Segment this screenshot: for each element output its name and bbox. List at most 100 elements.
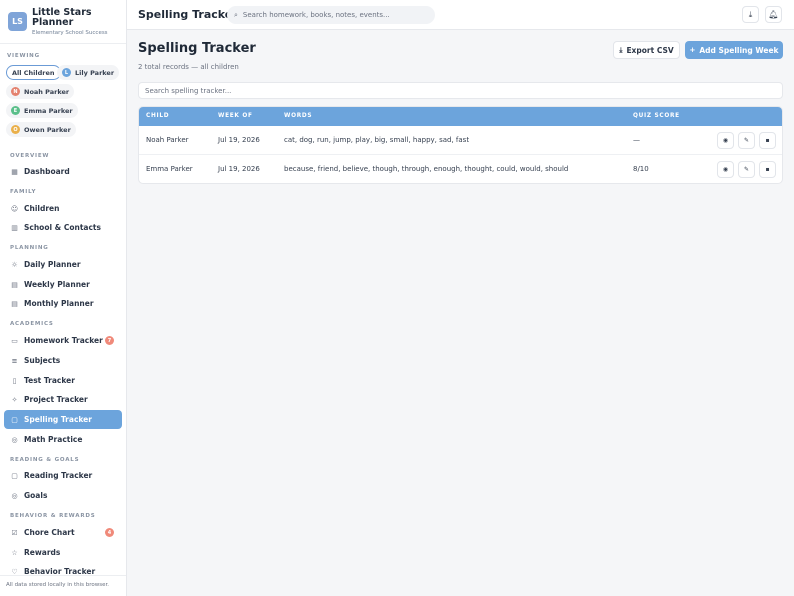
delete-button[interactable]: ▪	[759, 161, 776, 178]
sidebar-item-goals[interactable]: ◎ Goals	[4, 486, 122, 505]
clipboard-icon: ▭	[11, 336, 18, 345]
export-csv-button[interactable]: ⤓ Export CSV	[613, 41, 680, 59]
sidebar-item-children[interactable]: ☺ Children	[4, 199, 122, 218]
table-header: CHILD WEEK OF WORDS QUIZ SCORE	[139, 107, 782, 126]
topbar: Spelling Tracker ⌕ ⤓ 🔔︎	[127, 0, 794, 30]
section-academics: ACADEMICS	[10, 321, 54, 327]
sidebar-item-dashboard[interactable]: ▦ Dashboard	[4, 162, 122, 181]
notifications-button[interactable]: 🔔︎	[765, 6, 782, 23]
sidebar-item-spelling-tracker[interactable]: ▢ Spelling Tracker	[4, 410, 122, 429]
sidebar-item-test-tracker[interactable]: ▯ Test Tracker	[4, 371, 122, 390]
download-icon: ⤓	[748, 9, 753, 19]
sidebar-item-label: Project Tracker	[24, 395, 88, 404]
table-row: Emma Parker Jul 19, 2026 because, friend…	[139, 155, 782, 183]
column-header-words[interactable]: WORDS	[284, 113, 312, 119]
view-button[interactable]: ◉	[717, 161, 734, 178]
section-overview: OVERVIEW	[10, 153, 50, 159]
chip-label: Owen Parker	[24, 125, 71, 134]
sidebar-item-rewards[interactable]: ☆ Rewards	[4, 543, 122, 562]
pencil-icon: ✎	[743, 166, 750, 173]
edit-button[interactable]: ✎	[738, 161, 755, 178]
column-header-quiz-score[interactable]: QUIZ SCORE	[633, 113, 680, 119]
sidebar-item-homework-tracker[interactable]: ▭ Homework Tracker 7	[4, 331, 122, 350]
add-spelling-week-button[interactable]: + Add Spelling Week	[685, 41, 783, 59]
app-logo: LS	[8, 12, 27, 31]
pencil-icon: ✎	[743, 137, 750, 144]
sidebar-item-subjects[interactable]: ≡ Subjects	[4, 351, 122, 370]
sidebar-item-project-tracker[interactable]: ✧ Project Tracker	[4, 390, 122, 409]
sidebar-item-behavior-tracker[interactable]: ♡ Behavior Tracker	[4, 562, 122, 581]
target-icon: ◎	[11, 491, 18, 500]
section-family: FAMILY	[10, 189, 37, 195]
chip-label: Emma Parker	[24, 106, 73, 115]
count-badge: 4	[105, 528, 114, 537]
sidebar-item-label: Weekly Planner	[24, 280, 90, 289]
export-label: Export CSV	[626, 45, 674, 55]
sidebar-item-weekly-planner[interactable]: ▤ Weekly Planner	[4, 275, 122, 294]
table-row: Noah Parker Jul 19, 2026 cat, dog, run, …	[139, 126, 782, 155]
sidebar-item-daily-planner[interactable]: ☼ Daily Planner	[4, 255, 122, 274]
section-behavior-rewards: BEHAVIOR & REWARDS	[10, 513, 96, 519]
sidebar: LS Little Stars Planner Elementary Schoo…	[0, 0, 127, 596]
sidebar-item-monthly-planner[interactable]: ▤ Monthly Planner	[4, 294, 122, 313]
cell-words: cat, dog, run, jump, play, big, small, h…	[284, 136, 470, 144]
child-filter-owen[interactable]: O Owen Parker	[6, 122, 76, 137]
cell-child: Noah Parker	[146, 136, 189, 144]
child-filter-noah[interactable]: N Noah Parker	[6, 84, 75, 99]
spelling-table: CHILD WEEK OF WORDS QUIZ SCORE Noah Park…	[138, 106, 783, 184]
cell-week-of: Jul 19, 2026	[218, 136, 260, 144]
sidebar-item-label: Chore Chart	[24, 528, 75, 537]
app-name: Little Stars Planner	[32, 7, 92, 28]
star-icon: ☆	[11, 548, 18, 557]
search-icon: ⌕	[234, 10, 238, 19]
viewing-label: VIEWING	[7, 53, 40, 59]
smile-icon: ☺	[10, 204, 19, 213]
avatar: O	[11, 125, 20, 134]
avatar: N	[11, 87, 20, 96]
column-header-child[interactable]: CHILD	[146, 113, 169, 119]
calendar-icon: ▤	[11, 280, 18, 289]
table-search-input[interactable]	[138, 82, 783, 99]
page-title: Spelling Tracker	[138, 41, 256, 56]
sidebar-divider	[0, 575, 126, 576]
calculator-icon: ◎	[11, 435, 18, 444]
sparkle-icon: ✧	[11, 395, 18, 404]
sidebar-item-school-contacts[interactable]: ▥ School & Contacts	[4, 218, 122, 237]
child-filter-all[interactable]: All Children	[6, 65, 61, 80]
chip-label: All Children	[12, 68, 55, 77]
bell-icon: 🔔︎	[768, 10, 779, 19]
checkbox-icon: ☑	[11, 528, 18, 537]
section-planning: PLANNING	[10, 245, 49, 251]
cell-week-of: Jul 19, 2026	[218, 165, 260, 173]
global-search-input[interactable]	[242, 11, 423, 19]
delete-button[interactable]: ▪	[759, 132, 776, 149]
child-filter-lily[interactable]: L Lily Parker	[57, 65, 120, 80]
sidebar-item-label: Daily Planner	[24, 260, 81, 269]
avatar: L	[62, 68, 71, 77]
section-reading-goals: READING & GOALS	[10, 457, 80, 463]
edit-button[interactable]: ✎	[738, 132, 755, 149]
sidebar-item-chore-chart[interactable]: ☑ Chore Chart 4	[4, 523, 122, 542]
chip-label: Lily Parker	[75, 68, 115, 77]
view-button[interactable]: ◉	[717, 132, 734, 149]
calendar-icon: ▤	[11, 299, 18, 308]
book-icon: ▢	[11, 415, 18, 424]
building-icon: ▥	[11, 223, 18, 232]
grid-icon: ▦	[11, 167, 18, 176]
sun-icon: ☼	[11, 260, 18, 269]
sidebar-item-math-practice[interactable]: ◎ Math Practice	[4, 430, 122, 449]
storage-note: All data stored locally in this browser.	[6, 582, 109, 588]
sidebar-item-label: School & Contacts	[24, 223, 101, 232]
brand: LS Little Stars Planner Elementary Schoo…	[0, 0, 126, 44]
topbar-title: Spelling Tracker	[138, 8, 238, 21]
sidebar-item-reading-tracker[interactable]: ▢ Reading Tracker	[4, 466, 122, 485]
sidebar-item-label: Subjects	[24, 356, 61, 365]
download-button[interactable]: ⤓	[742, 6, 759, 23]
count-badge: 7	[105, 336, 114, 345]
column-header-week-of[interactable]: WEEK OF	[218, 113, 253, 119]
global-search: ⌕	[227, 6, 435, 24]
sidebar-item-label: Goals	[24, 491, 48, 500]
sidebar-item-label: Spelling Tracker	[24, 415, 92, 424]
child-filter-emma[interactable]: E Emma Parker	[6, 103, 78, 118]
sidebar-item-label: Children	[24, 204, 60, 213]
